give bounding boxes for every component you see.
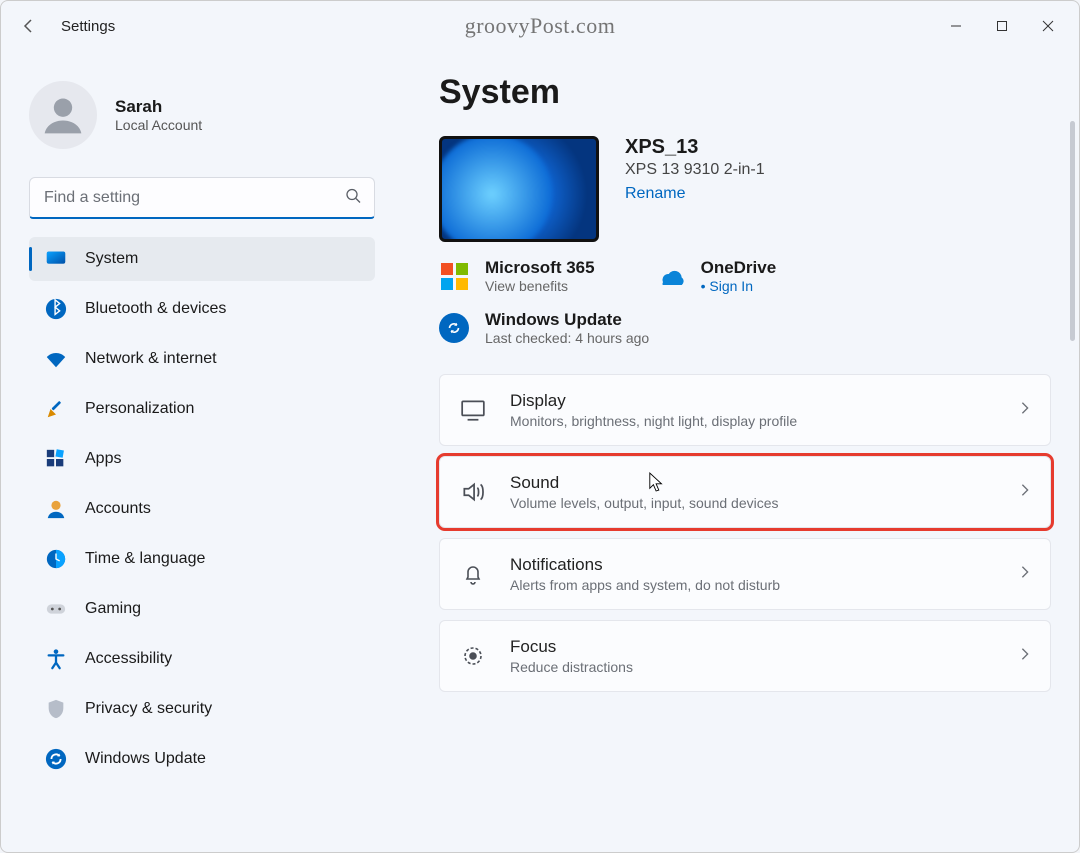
device-name: XPS_13	[625, 136, 765, 159]
close-button[interactable]	[1025, 6, 1071, 46]
apps-icon	[45, 448, 67, 470]
sidebar-item-personalization[interactable]: Personalization	[29, 387, 375, 431]
accounts-icon	[45, 498, 67, 520]
device-info: XPS_13 XPS 13 9310 2-in-1 Rename	[625, 136, 765, 203]
sidebar-item-label: Time & language	[85, 550, 205, 568]
sidebar-item-label: Personalization	[85, 400, 194, 418]
avatar	[29, 81, 97, 149]
scrollbar[interactable]	[1070, 121, 1075, 341]
card-title: Notifications	[510, 555, 996, 575]
chevron-right-icon	[1018, 647, 1032, 666]
card-title: Display	[510, 391, 996, 411]
gaming-icon	[45, 598, 67, 620]
sidebar: Sarah Local Account System Bluetooth & d…	[1, 51, 391, 852]
personalization-icon	[45, 398, 67, 420]
window-controls	[933, 6, 1071, 46]
bluetooth-icon	[45, 298, 67, 320]
sidebar-item-label: Gaming	[85, 600, 141, 618]
windows-update-row[interactable]: Windows Update Last checked: 4 hours ago	[439, 310, 1051, 346]
sidebar-item-gaming[interactable]: Gaming	[29, 587, 375, 631]
card-sound[interactable]: Sound Volume levels, output, input, soun…	[439, 456, 1051, 528]
microsoft-icon	[439, 261, 469, 291]
sidebar-item-privacy[interactable]: Privacy & security	[29, 687, 375, 731]
chevron-right-icon	[1018, 483, 1032, 502]
card-subtitle: Reduce distractions	[510, 659, 996, 675]
device-model: XPS 13 9310 2-in-1	[625, 161, 765, 179]
profile-subtitle: Local Account	[115, 117, 202, 133]
focus-icon	[458, 644, 488, 668]
chevron-right-icon	[1018, 401, 1032, 420]
chevron-right-icon	[1018, 565, 1032, 584]
rename-link[interactable]: Rename	[625, 185, 685, 203]
privacy-icon	[45, 698, 67, 720]
card-title: Sound	[510, 473, 996, 493]
card-focus[interactable]: Focus Reduce distractions	[439, 620, 1051, 692]
sidebar-item-label: Bluetooth & devices	[85, 300, 226, 318]
sidebar-item-update[interactable]: Windows Update	[29, 737, 375, 781]
settings-window: Settings groovyPost.com Sarah Local Acco…	[0, 0, 1080, 853]
device-row: XPS_13 XPS 13 9310 2-in-1 Rename	[439, 136, 1051, 242]
sidebar-item-network[interactable]: Network & internet	[29, 337, 375, 381]
service-title: Microsoft 365	[485, 258, 595, 278]
card-subtitle: Monitors, brightness, night light, displ…	[510, 413, 996, 429]
sidebar-item-apps[interactable]: Apps	[29, 437, 375, 481]
service-subtitle: • Sign In	[701, 278, 777, 294]
search-input[interactable]	[29, 177, 375, 219]
sidebar-item-bluetooth[interactable]: Bluetooth & devices	[29, 287, 375, 331]
device-thumbnail[interactable]	[439, 136, 599, 242]
services-row: Microsoft 365 View benefits OneDrive • S…	[439, 258, 1051, 294]
service-m365[interactable]: Microsoft 365 View benefits	[439, 258, 595, 294]
update-icon	[439, 313, 469, 343]
sidebar-item-label: Windows Update	[85, 750, 206, 768]
service-title: OneDrive	[701, 258, 777, 278]
card-notifications[interactable]: Notifications Alerts from apps and syste…	[439, 538, 1051, 610]
service-onedrive[interactable]: OneDrive • Sign In	[655, 258, 777, 294]
notifications-icon	[458, 562, 488, 586]
onedrive-icon	[655, 261, 685, 291]
content-pane: System XPS_13 XPS 13 9310 2-in-1 Rename …	[391, 51, 1079, 852]
system-icon	[45, 248, 67, 270]
sidebar-item-label: Accessibility	[85, 650, 172, 668]
sidebar-item-time[interactable]: Time & language	[29, 537, 375, 581]
profile-name: Sarah	[115, 97, 202, 117]
sidebar-item-label: Apps	[85, 450, 121, 468]
titlebar: Settings groovyPost.com	[1, 1, 1079, 51]
profile-block[interactable]: Sarah Local Account	[29, 81, 375, 149]
sidebar-item-label: Accounts	[85, 500, 151, 518]
update-icon	[45, 748, 67, 770]
update-subtitle: Last checked: 4 hours ago	[485, 330, 649, 346]
card-subtitle: Volume levels, output, input, sound devi…	[510, 495, 996, 511]
sidebar-item-system[interactable]: System	[29, 237, 375, 281]
display-icon	[458, 397, 488, 423]
card-display[interactable]: Display Monitors, brightness, night ligh…	[439, 374, 1051, 446]
sidebar-item-accounts[interactable]: Accounts	[29, 487, 375, 531]
maximize-button[interactable]	[979, 6, 1025, 46]
service-subtitle: View benefits	[485, 278, 595, 294]
update-title: Windows Update	[485, 310, 649, 330]
minimize-button[interactable]	[933, 6, 979, 46]
watermark: groovyPost.com	[465, 13, 616, 39]
sidebar-item-label: Privacy & security	[85, 700, 212, 718]
app-title: Settings	[61, 18, 115, 35]
network-icon	[45, 348, 67, 370]
sidebar-item-label: System	[85, 250, 138, 268]
sound-icon	[458, 479, 488, 505]
time-icon	[45, 548, 67, 570]
card-title: Focus	[510, 637, 996, 657]
sidebar-item-label: Network & internet	[85, 350, 217, 368]
accessibility-icon	[45, 648, 67, 670]
page-title: System	[439, 73, 1051, 112]
back-button[interactable]	[9, 6, 49, 46]
search-wrap	[29, 177, 375, 219]
card-subtitle: Alerts from apps and system, do not dist…	[510, 577, 996, 593]
sidebar-item-accessibility[interactable]: Accessibility	[29, 637, 375, 681]
